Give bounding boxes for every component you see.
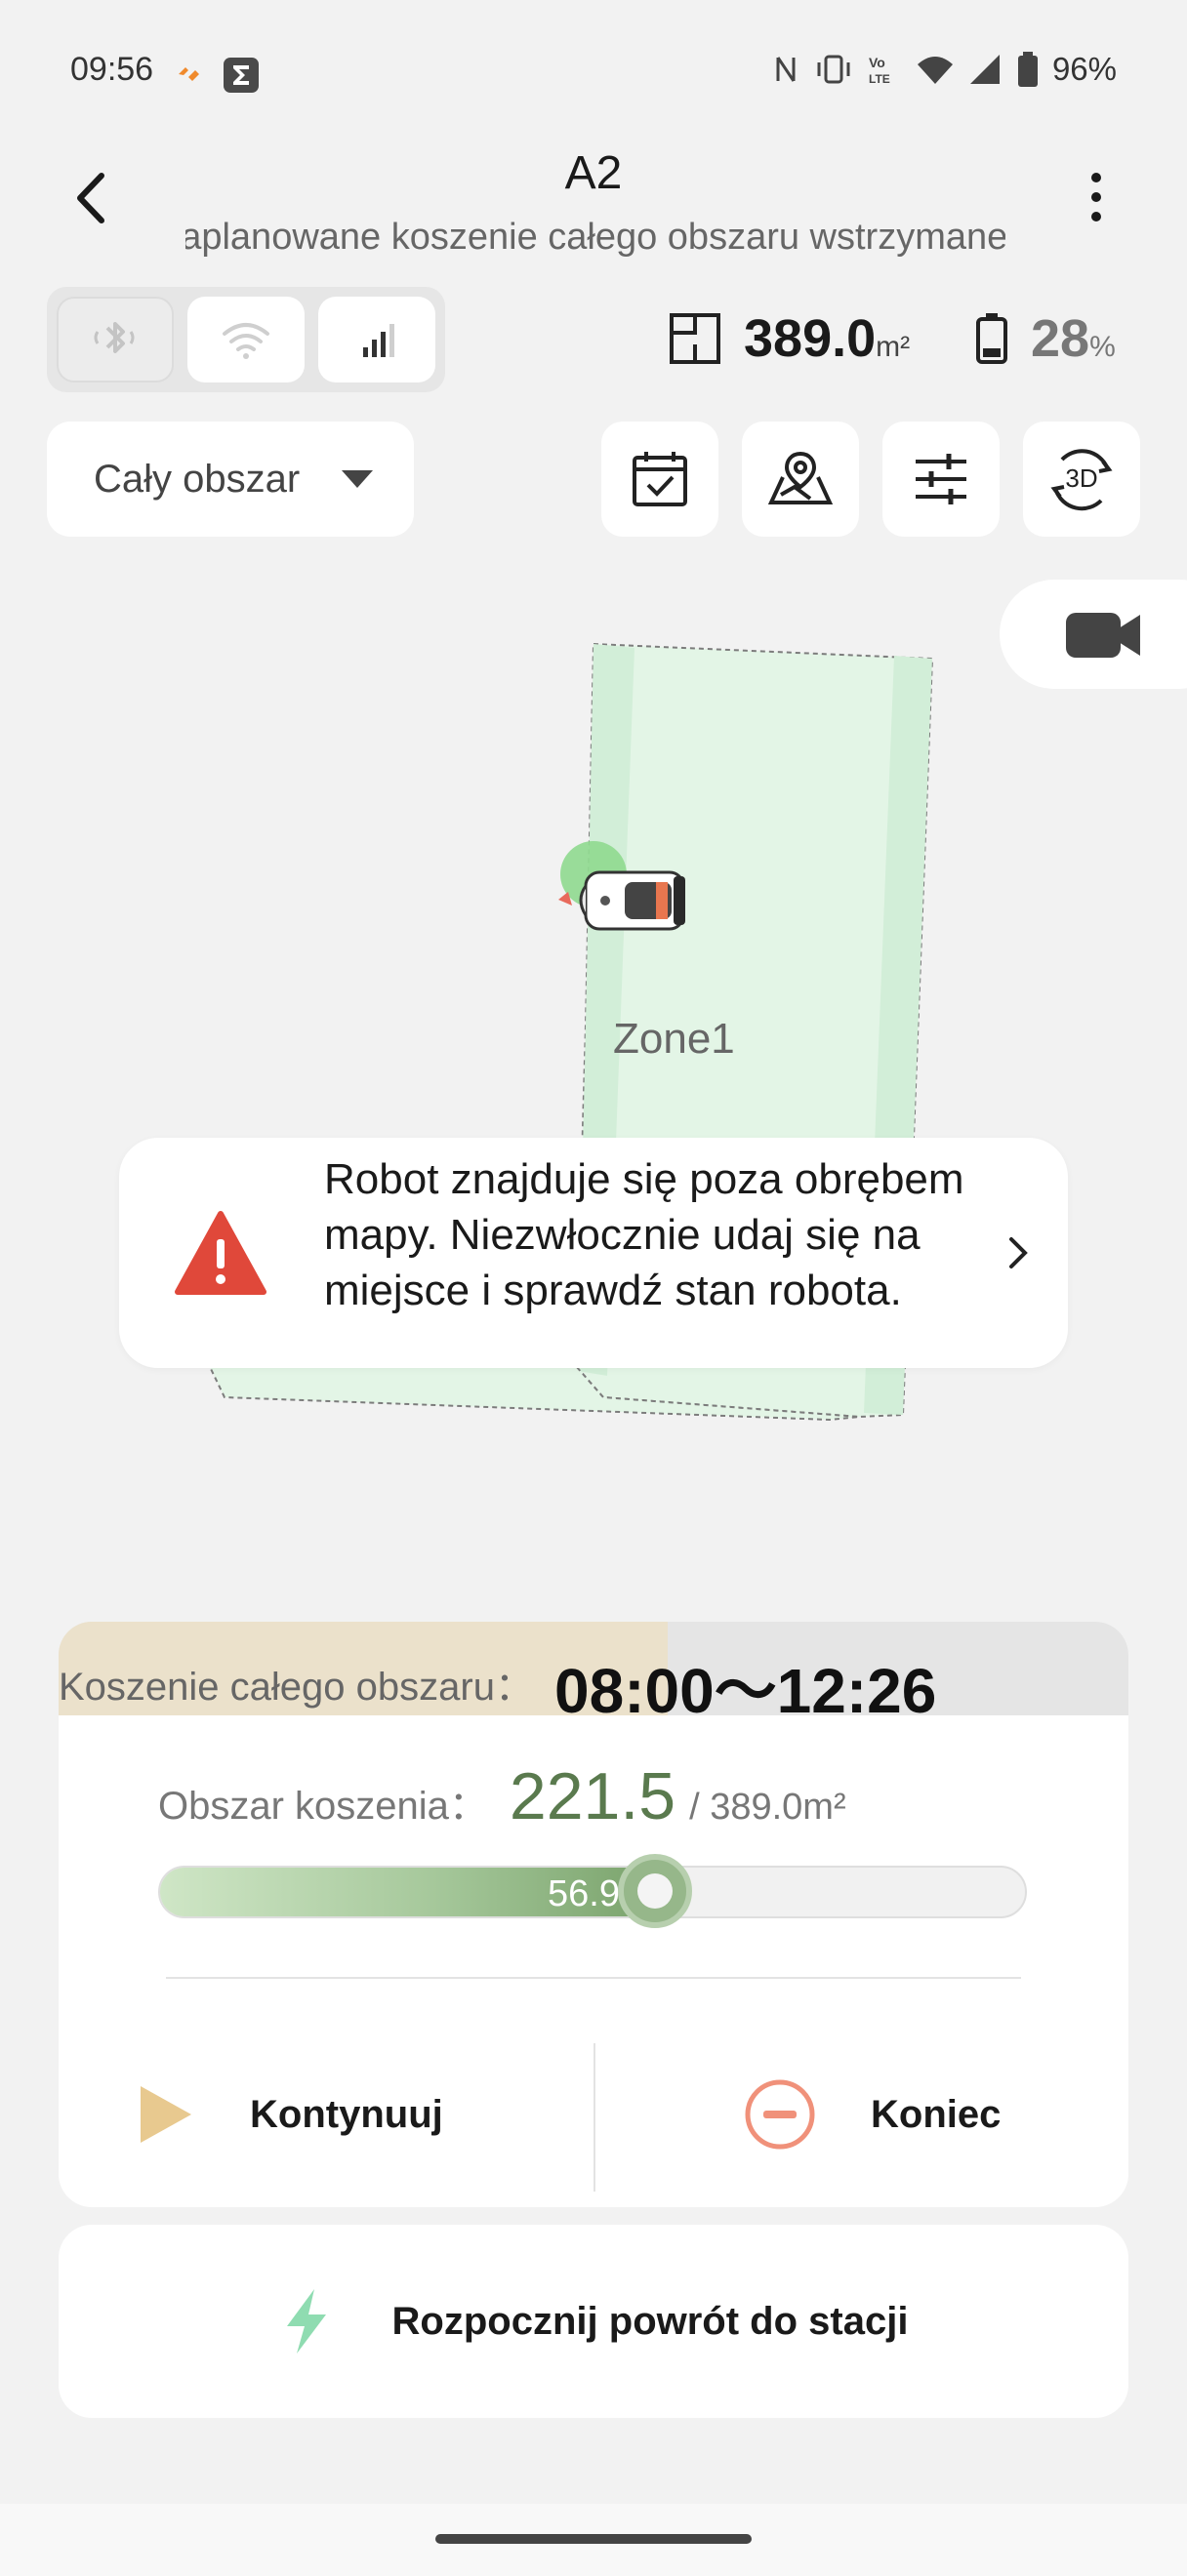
svg-text:3D: 3D <box>1065 463 1097 493</box>
end-button[interactable]: Koniec <box>744 2041 1001 2188</box>
progress-knob <box>618 1854 692 1928</box>
map-pin-icon <box>767 451 834 504</box>
cellular-button[interactable] <box>318 297 435 382</box>
signal-icon <box>969 55 1000 84</box>
mowed-area-label: Obszar koszenia： <box>158 1785 488 1828</box>
battery-icon <box>1017 52 1038 87</box>
schedule-button[interactable] <box>601 422 718 537</box>
lightning-icon <box>286 2289 326 2354</box>
area-unit: m² <box>876 331 911 363</box>
caret-down-icon <box>342 470 373 488</box>
page-title: A2 <box>564 147 623 199</box>
task-label: Koszenie całego obszaru： <box>59 1666 534 1709</box>
bluetooth-icon <box>94 322 135 353</box>
wifi-button[interactable] <box>187 297 305 382</box>
connectivity-group <box>47 287 445 392</box>
area-stat: 389.0m² <box>668 308 910 369</box>
page-subtitle: Zaplanowane koszenie całego obszaru wstr… <box>185 217 1005 258</box>
stop-minus-icon <box>745 2079 815 2150</box>
divider <box>166 1977 1021 1979</box>
warning-icon <box>175 1211 266 1295</box>
play-icon <box>141 2086 191 2143</box>
mowing-progress-card: Koszenie całego obszaru： 08:00〜12:26 Obs… <box>59 1622 1128 2207</box>
wifi-icon <box>917 57 953 84</box>
orange-app-icon <box>179 67 199 81</box>
svg-text:Vo: Vo <box>869 55 885 70</box>
battery-stat: 28% <box>974 308 1116 369</box>
sliders-icon <box>916 454 966 504</box>
task-header: Koszenie całego obszaru： 08:00〜12:26 <box>59 1622 1128 1726</box>
mowed-area-value: 221.5 <box>509 1759 676 1833</box>
volte-icon: Vo LTE <box>869 55 890 86</box>
zone-selector-label: Cały obszar <box>94 457 301 501</box>
progress-bar: 56.95% <box>158 1854 1027 1928</box>
wifi-icon <box>223 323 269 359</box>
zone-selector[interactable]: Cały obszar <box>47 422 414 537</box>
settings-button[interactable] <box>882 422 1000 537</box>
continue-button[interactable]: Kontynuuj <box>137 2041 443 2188</box>
bluetooth-button[interactable] <box>57 297 174 382</box>
zone-label: Zone1 <box>613 1015 735 1063</box>
robot-battery-value: 28% <box>1031 309 1116 368</box>
svg-text:LTE: LTE <box>869 72 890 86</box>
more-vertical-icon <box>1091 173 1101 221</box>
chevron-right-icon <box>1009 1237 1028 1268</box>
nfc-icon <box>776 57 796 82</box>
battery-percent: 96% <box>1051 51 1117 87</box>
view-3d-icon: 3D <box>1050 449 1113 511</box>
continue-label: Kontynuuj <box>250 2092 443 2136</box>
task-time-range: 08:00〜12:26 <box>554 1656 937 1726</box>
home-gesture-handle[interactable] <box>435 2534 752 2544</box>
vibrate-icon <box>817 55 850 84</box>
view-3d-button[interactable]: 3D <box>1023 422 1140 537</box>
return-label: Rozpocznij powrót do stacji <box>391 2299 909 2343</box>
cellular-signal-icon <box>363 324 394 357</box>
status-right: Vo LTE 96% <box>771 51 1117 88</box>
return-to-station-button[interactable]: Rozpocznij powrót do stacji <box>59 2225 1128 2418</box>
sigma-app-icon <box>224 58 259 93</box>
robot-battery-icon <box>976 313 1007 364</box>
status-time: 09:56 <box>70 51 154 88</box>
battery-unit: % <box>1089 331 1116 363</box>
action-divider <box>594 2043 595 2192</box>
map-edit-button[interactable] <box>742 422 859 537</box>
alert-message: Robot znajduje się poza obrębem mapy. Ni… <box>324 1155 964 1314</box>
out-of-map-alert[interactable]: Robot znajduje się poza obrębem mapy. Ni… <box>119 1138 1068 1368</box>
mowed-area-row: Obszar koszenia： 221.5 / 389.0m² <box>158 1758 846 1834</box>
end-label: Koniec <box>871 2092 1002 2136</box>
calendar-icon <box>633 452 687 506</box>
more-options-button[interactable] <box>1072 168 1121 226</box>
total-area-value: 389.0m² <box>744 309 911 368</box>
total-area-label: / 389.0m² <box>689 1787 846 1828</box>
floor-plan-icon <box>670 313 720 364</box>
